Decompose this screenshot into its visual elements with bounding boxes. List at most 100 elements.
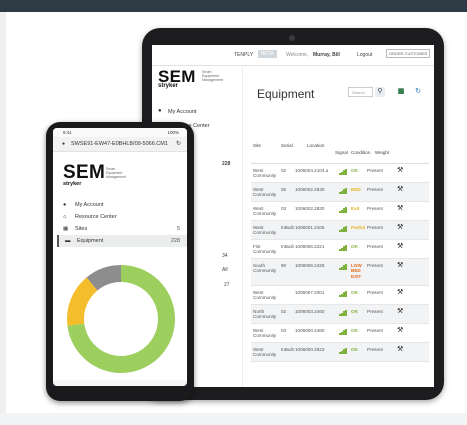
wrench-icon[interactable]: ⚒ xyxy=(397,327,403,334)
wrench-icon[interactable]: ⚒ xyxy=(397,224,403,231)
table-row[interactable]: North Community 02 1006003.2460 OK Present ⚒ xyxy=(251,305,429,324)
address-bar[interactable]: ● SWSE91-EW47-E0BHLB/09-5066.CM1 ↻ xyxy=(53,137,187,152)
column-header-condition[interactable]: Condition xyxy=(351,150,370,155)
url-text[interactable]: SWSE91-EW47-E0BHLB/09-5066.CM1 xyxy=(71,141,168,147)
wrench-icon[interactable]: ⚒ xyxy=(397,262,403,269)
status-time: 9:41 xyxy=(63,130,72,135)
signal-icon xyxy=(339,169,347,175)
table-row[interactable]: West Community 05 1006002.2830 BED Present ⚒ xyxy=(251,183,429,202)
signal-icon xyxy=(339,245,347,251)
weight-cell: Present xyxy=(367,347,383,352)
condition-cell: OK xyxy=(351,309,358,314)
location-cell: 1006006.2221 xyxy=(295,244,325,249)
site-cell: West Community xyxy=(253,206,277,217)
table-row[interactable]: West Community InBuilt 1006001.2105 Partial… xyxy=(251,221,429,240)
table-row[interactable]: West Community 03 1006000.2480 OK Present ⚒ xyxy=(251,324,429,343)
welcome-text: Welcome, xyxy=(286,52,309,58)
refresh-icon[interactable]: ↻ xyxy=(413,87,423,97)
wrench-icon[interactable]: ⚒ xyxy=(397,205,403,212)
sem-logo: SEM Smart Equipment Management stryker xyxy=(158,67,228,97)
table-row[interactable]: West Community 1006007.2001 OK Present ⚒ xyxy=(251,286,429,305)
phone-sidebar: ● My Account ⌂ Resource Center ▦ Sites 5… xyxy=(57,199,187,247)
wrench-icon[interactable]: ⚒ xyxy=(397,289,403,296)
condition-cell: Partial xyxy=(351,225,366,230)
logo-sub: stryker xyxy=(63,181,82,187)
table-row[interactable]: Fist Community InBuilt 1006006.2221 OK Prese… xyxy=(251,240,429,259)
column-header-site[interactable]: Site xyxy=(253,143,261,148)
bed-icon: ▬ xyxy=(65,238,71,244)
serial-cell: 02 xyxy=(281,309,287,314)
reload-icon[interactable]: ↻ xyxy=(176,140,181,147)
search-input[interactable]: Search xyxy=(348,87,373,97)
site-cell: North Community xyxy=(253,309,277,320)
sidebar-item-equipment[interactable]: ▬ Equipment 228 xyxy=(57,235,187,247)
condition-cell: OK xyxy=(351,168,358,173)
sidebar-item-my-account[interactable]: ● My Account xyxy=(57,199,187,211)
sidebar-item-sites[interactable]: ▦ Sites 5 xyxy=(57,223,187,235)
count-value: 34 xyxy=(222,253,228,259)
env-tag: BETA xyxy=(258,50,277,58)
sidebar-item-label: My Account xyxy=(168,109,197,115)
sidebar-item-count: 5 xyxy=(176,226,180,232)
column-header-weight[interactable]: Weight xyxy=(375,150,389,155)
weight-cell: Present xyxy=(367,187,383,192)
wrench-icon[interactable]: ⚒ xyxy=(397,346,403,353)
sidebar-item-resource-center[interactable]: ⌂ Resource Center xyxy=(57,211,187,223)
logout-link[interactable]: Logout xyxy=(357,52,372,58)
condition-cell: OK xyxy=(351,347,358,352)
excel-export-icon[interactable]: ▦ xyxy=(396,87,406,97)
site-cell: West Community xyxy=(253,347,277,358)
search-icon[interactable]: ⚲ xyxy=(375,87,385,97)
column-header-serial[interactable]: Serial xyxy=(281,143,293,148)
condition-cell: OK xyxy=(351,244,358,249)
site-cell: West Community xyxy=(253,290,277,301)
table-row[interactable]: West Community 02 1006004.2104.a OK Present ⚒ xyxy=(251,164,429,183)
site-cell: West Community xyxy=(253,225,277,236)
condition-cell: Exit xyxy=(351,206,360,211)
tablet-screen: TENPLY BETA Welcome, Murray, Bill Logout… xyxy=(152,45,434,387)
location-cell: 1006000.2823 xyxy=(295,347,325,352)
weight-cell: Present xyxy=(367,263,383,268)
order-customer-button[interactable]: ORDER CUSTOMER xyxy=(386,49,431,58)
serial-cell: 03 xyxy=(281,328,287,333)
phone-screen: 9:41 100% ● SWSE91-EW47-E0BHLB/09-5066.C… xyxy=(53,128,187,386)
location-cell: 1006000.2480 xyxy=(295,328,325,333)
table-row[interactable]: West Community 03 1006002.2830 Exit Present ⚒ xyxy=(251,202,429,221)
location-cell: 1006004.2104.a xyxy=(295,168,329,173)
table-row[interactable]: South Community 90 1006006.2426 LOW BED EXI… xyxy=(251,259,429,286)
weight-cell: Present xyxy=(367,206,383,211)
signal-icon xyxy=(339,264,347,270)
serial-cell: 03 xyxy=(281,206,287,211)
weight-cell: Present xyxy=(367,244,383,249)
camera-icon xyxy=(289,35,295,41)
weight-cell: Present xyxy=(367,309,383,314)
column-header-signal[interactable]: Signal xyxy=(335,150,348,155)
wrench-icon[interactable]: ⚒ xyxy=(397,167,403,174)
sidebar-item-label: Resource Center xyxy=(75,214,117,220)
wrench-icon[interactable]: ⚒ xyxy=(397,243,403,250)
sidebar-item-label: Equipment xyxy=(77,238,104,244)
location-cell: 1006002.2830 xyxy=(295,206,325,211)
table-row[interactable]: West Community InBuilt 1006000.2823 OK Prese… xyxy=(251,343,429,362)
location-cell: 1006006.2426 xyxy=(295,263,325,268)
condition-cell: OK xyxy=(351,290,358,295)
signal-icon xyxy=(339,348,347,354)
equipment-table: Site Serial Location Signal Condition We… xyxy=(251,137,429,362)
site-cell: West Community xyxy=(253,187,277,198)
location-cell: 1006007.2001 xyxy=(295,290,325,295)
battery-level: 100% xyxy=(167,130,179,135)
site-cell: West Community xyxy=(253,328,277,339)
sidebar-item-my-account[interactable]: ● My Account xyxy=(156,105,236,119)
tablet-header: TENPLY BETA Welcome, Murray, Bill Logout… xyxy=(152,45,434,66)
user-icon: ● xyxy=(63,202,67,208)
wrench-icon[interactable]: ⚒ xyxy=(397,186,403,193)
wrench-icon[interactable]: ⚒ xyxy=(397,308,403,315)
column-header-location[interactable]: Location xyxy=(307,143,324,148)
signal-icon xyxy=(339,226,347,232)
site-cell: South Community xyxy=(253,263,277,274)
user-name[interactable]: Murray, Bill xyxy=(313,52,340,58)
signal-icon xyxy=(339,329,347,335)
page-title: Equipment xyxy=(257,87,315,101)
serial-cell: InBuilt xyxy=(281,244,294,249)
env-label[interactable]: TENPLY xyxy=(234,52,253,58)
